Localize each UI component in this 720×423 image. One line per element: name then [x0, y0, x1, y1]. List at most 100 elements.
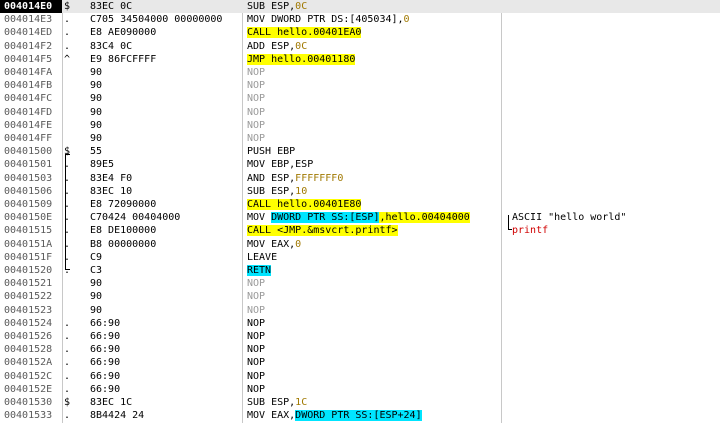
flow-marker: . — [64, 238, 71, 250]
instruction-part: NOP — [247, 331, 266, 342]
disasm-row[interactable]: 004014E0 $83EC 0C SUB ESP,0C — [0, 0, 720, 13]
disasm-row[interactable]: 004014E3. C705 34504000 00000000 MOV DWORD… — [0, 13, 720, 26]
instruction-part: MOV DWORD PTR DS:[405034], — [247, 14, 404, 26]
flow-marker — [64, 66, 90, 79]
disassembly-cell: CALL <JMP.&msvcrt.printf> — [247, 224, 497, 237]
instruction-part: NOP — [247, 106, 266, 118]
instruction-part: NOP — [247, 370, 266, 382]
disasm-row[interactable]: 00401509. E8 72090000 CALL hello.00401E80 — [0, 198, 720, 211]
comment-cell — [512, 251, 712, 264]
hex-dump-cell: 90 — [90, 278, 103, 290]
disasm-row[interactable]: 00401523 90 NOP — [0, 304, 720, 317]
address-cell: 00401501 — [4, 159, 53, 171]
hex-dump-cell: B8 00000000 — [90, 238, 157, 250]
flow-marker: . — [64, 317, 71, 329]
instruction-part: AND ESP, — [247, 172, 296, 184]
comment-cell — [512, 66, 712, 79]
disassembly-cell: SUB ESP,0C — [247, 0, 497, 13]
disasm-row[interactable]: 0040152E. 66:90 NOP — [0, 383, 720, 396]
address-cell: 00401523 — [4, 304, 53, 316]
disasm-row[interactable]: 00401522 90 NOP — [0, 290, 720, 303]
hex-dump-cell: 90 — [90, 80, 103, 92]
instruction-part: MOV EAX, — [247, 238, 296, 250]
address-cell: 00401500 — [4, 146, 53, 158]
disasm-row[interactable]: 0040150E. C70424 00404000 MOV DWORD PTR SS… — [0, 211, 720, 224]
instruction-part: JMP hello.00401180 — [247, 53, 356, 65]
disassembly-cell: NOP — [247, 106, 497, 119]
address-cell: 00401521 — [4, 278, 53, 290]
disasm-row[interactable]: 00401506. 83EC 10 SUB ESP,10 — [0, 185, 720, 198]
disasm-row[interactable]: 0040151A. B8 00000000 MOV EAX,0 — [0, 238, 720, 251]
address-cell: 004014F5 — [4, 53, 53, 65]
instruction-part: 0 — [403, 14, 410, 26]
disasm-row[interactable]: 00401530 $83EC 1C SUB ESP,1C — [0, 396, 720, 409]
instruction-part: DWORD PTR SS:[ESP] — [271, 212, 380, 224]
disassembly-cell: ADD ESP,0C — [247, 40, 497, 53]
disassembly-cell: CALL hello.00401E80 — [247, 198, 497, 211]
instruction-part: SUB ESP, — [247, 185, 296, 197]
disasm-row[interactable]: 00401528. 66:90 NOP — [0, 343, 720, 356]
hex-dump-cell: 90 — [90, 106, 103, 118]
disassembly-pane[interactable]: 004014E0 $83EC 0C SUB ESP,0C 004014E3. C705 … — [0, 0, 720, 423]
comment-cell: ASCII "hello world" — [512, 211, 712, 224]
flow-marker: . — [64, 14, 71, 26]
disassembly-cell: JMP hello.00401180 — [247, 53, 497, 66]
instruction-part: 10 — [295, 185, 308, 197]
address-cell: 004014ED — [4, 27, 53, 39]
disasm-row[interactable]: 00401515. E8 DE100000 CALL <JMP.&msvcrt.pr… — [0, 224, 720, 237]
instruction-part: MOV EAX, — [247, 410, 296, 422]
instruction-part: SUB ESP, — [247, 1, 296, 12]
disasm-row[interactable]: 004014FF 90 NOP — [0, 132, 720, 145]
address-cell: 004014E3 — [4, 14, 53, 26]
comment-cell — [512, 26, 712, 39]
comment-cell — [512, 79, 712, 92]
disassembly-cell: NOP — [247, 119, 497, 132]
disassembly-cell: AND ESP,FFFFFFF0 — [247, 172, 497, 185]
flow-marker: . — [64, 251, 71, 263]
disasm-row[interactable]: 00401501. 89E5 MOV EBP,ESP — [0, 158, 720, 171]
disasm-row[interactable]: 00401500 $55 PUSH EBP — [0, 145, 720, 158]
disasm-row[interactable]: 004014F2. 83C4 0C ADD ESP,0C — [0, 40, 720, 53]
hex-dump-cell: C9 — [90, 251, 103, 263]
flow-marker — [64, 132, 90, 145]
instruction-part: LEAVE — [247, 251, 278, 263]
disassembly-cell: SUB ESP,10 — [247, 185, 497, 198]
flow-marker — [64, 277, 90, 290]
hex-dump-cell: 90 — [90, 291, 103, 303]
address-cell: 0040152A — [4, 357, 53, 369]
flow-marker: . — [64, 331, 71, 342]
disasm-row[interactable]: 00401520. C3 RETN — [0, 264, 720, 277]
instruction-part: 0C — [295, 40, 308, 52]
flow-marker: $ — [64, 146, 71, 158]
address-cell: 0040152E — [4, 383, 53, 395]
disasm-row[interactable]: 00401503. 83E4 F0 AND ESP,FFFFFFF0 — [0, 172, 720, 185]
disasm-row[interactable]: 004014ED. E8 AE090000 CALL hello.00401EA0 — [0, 26, 720, 39]
address-cell: 004014F2 — [4, 40, 53, 52]
disasm-row[interactable]: 004014F5 ^ E9 86FCFFFF JMP hello.00401180 — [0, 53, 720, 66]
disasm-row[interactable]: 004014FB 90 NOP — [0, 79, 720, 92]
disassembly-cell: NOP — [247, 383, 497, 396]
disasm-row[interactable]: 00401533. 8B4424 24 MOV EAX,DWORD PTR SS:[… — [0, 409, 720, 422]
flow-marker: . — [64, 185, 71, 197]
disassembly-cell: NOP — [247, 290, 497, 303]
comment-cell — [512, 317, 712, 330]
disasm-row[interactable]: 0040152C. 66:90 NOP — [0, 370, 720, 383]
instruction-part: NOP — [247, 80, 266, 92]
disasm-row[interactable]: 004014FE 90 NOP — [0, 119, 720, 132]
disasm-row[interactable]: 004014FD 90 NOP — [0, 106, 720, 119]
disassembly-cell: MOV EAX,DWORD PTR SS:[ESP+24] — [247, 409, 497, 422]
flow-marker: ^ — [64, 53, 71, 65]
flow-marker: . — [64, 357, 71, 369]
disasm-row[interactable]: 00401524. 66:90 NOP — [0, 317, 720, 330]
comment-cell — [512, 92, 712, 105]
flow-marker: . — [64, 265, 71, 276]
disasm-row[interactable]: 004014FA 90 NOP — [0, 66, 720, 79]
disasm-row[interactable]: 0040152A. 66:90 NOP — [0, 356, 720, 369]
flow-marker: . — [64, 410, 71, 422]
disasm-row[interactable]: 00401521 90 NOP — [0, 277, 720, 290]
disasm-row[interactable]: 004014FC 90 NOP — [0, 92, 720, 105]
disasm-row[interactable]: 00401526. 66:90 NOP — [0, 330, 720, 343]
disasm-row[interactable]: 0040151F. C9 LEAVE — [0, 251, 720, 264]
disassembly-cell: PUSH EBP — [247, 145, 497, 158]
comment-cell — [512, 172, 712, 185]
